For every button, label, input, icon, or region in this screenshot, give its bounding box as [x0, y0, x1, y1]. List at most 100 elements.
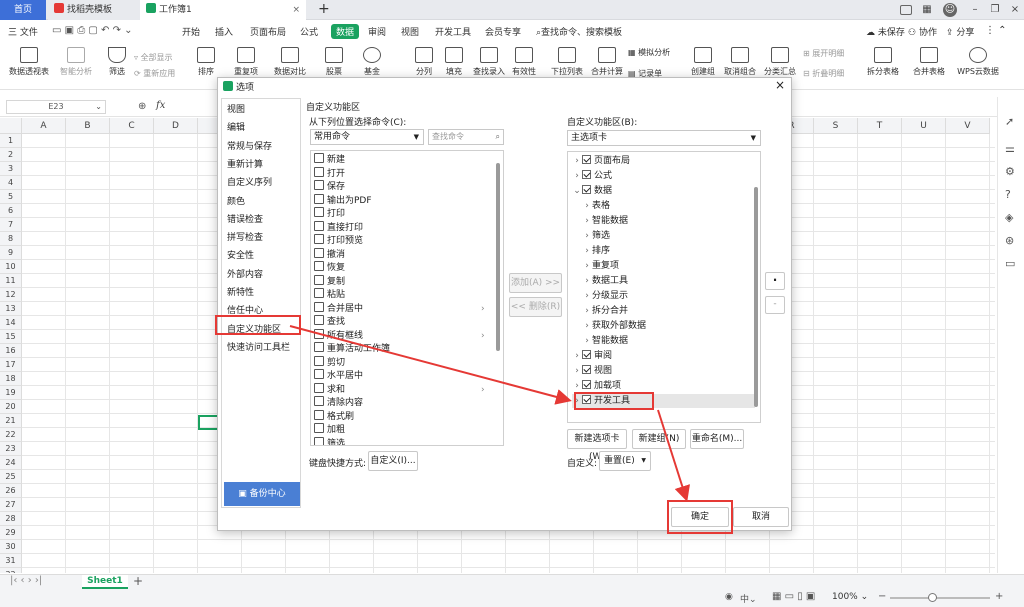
command-item[interactable]: 筛选 [311, 436, 491, 445]
collab-button[interactable]: ⚇ 协作 [908, 25, 937, 38]
expand-icon[interactable]: › [572, 154, 582, 168]
checkbox-checked[interactable] [582, 170, 591, 179]
select-all-corner[interactable] [0, 118, 22, 134]
grid-icon[interactable]: ▦ [920, 3, 934, 17]
row-header[interactable]: 6 [0, 204, 22, 218]
row-header[interactable]: 2 [0, 148, 22, 162]
smart-analysis-button[interactable]: 智能分析 [56, 44, 96, 90]
command-search-input[interactable]: 查找命令 ⌕ [428, 129, 504, 145]
tab-template[interactable]: 找稻壳模板 [48, 0, 140, 20]
expand-icon[interactable]: › [582, 304, 592, 318]
expand-icon[interactable]: › [582, 274, 592, 288]
row-header[interactable]: 28 [0, 512, 22, 526]
cursor-icon[interactable]: ➚ [1005, 115, 1014, 128]
zoom-level[interactable]: 100% ⌄ [832, 592, 868, 602]
minimize-icon[interactable]: – [968, 3, 982, 17]
row-header[interactable]: 4 [0, 176, 22, 190]
row-header[interactable]: 32 [0, 568, 22, 573]
options-nav-item[interactable]: 快速访问工具栏 [227, 341, 290, 355]
column-header[interactable]: V [946, 118, 990, 134]
command-item[interactable]: 剪切 [311, 355, 491, 370]
close-window-icon[interactable]: × [1008, 3, 1022, 17]
add-button[interactable]: 添加(A) >> [509, 273, 562, 293]
row-header[interactable]: 21 [0, 414, 22, 428]
zoom-slider-handle[interactable] [928, 593, 937, 602]
command-item[interactable]: 直接打印 [311, 220, 491, 235]
add-sheet-button[interactable]: + [133, 574, 143, 588]
more-icon[interactable]: ⋮ ⌃ [985, 25, 1007, 36]
row-header[interactable]: 12 [0, 288, 22, 302]
row-header[interactable]: 10 [0, 260, 22, 274]
options-nav-item[interactable]: 重新计算 [227, 158, 263, 172]
menu-member[interactable]: 会员专享 [485, 25, 521, 38]
pivot-table-button[interactable]: 数据透视表 [6, 44, 52, 90]
menu-view[interactable]: 视图 [401, 25, 419, 38]
command-item[interactable]: 格式刷 [311, 409, 491, 424]
move-down-button[interactable]: - [765, 296, 785, 314]
new-tab-button[interactable]: + [312, 0, 330, 20]
row-header[interactable]: 30 [0, 540, 22, 554]
new-group-button[interactable]: 新建组(N) [632, 429, 686, 449]
expand-icon[interactable]: › [582, 319, 592, 333]
restore-icon[interactable]: ❐ [988, 3, 1002, 17]
row-header[interactable]: 29 [0, 526, 22, 540]
close-tab-icon[interactable]: × [292, 0, 300, 20]
ribbon-tree-item[interactable]: › 数据工具 [582, 274, 760, 288]
new-tab-dialog-button[interactable]: 新建选项卡(W) [567, 429, 627, 462]
ribbon-tree-item[interactable]: › 分级显示 [582, 289, 760, 303]
reapply-button[interactable]: ⟳ 重新应用 [134, 68, 186, 88]
ribbon-tree-item[interactable]: › 页面布局 [572, 154, 755, 168]
options-nav-item[interactable]: 外部内容 [227, 268, 263, 282]
command-item[interactable]: 水平居中 [311, 369, 491, 383]
row-header[interactable]: 22 [0, 428, 22, 442]
row-header[interactable]: 15 [0, 330, 22, 344]
ribbon-tree-item[interactable]: › 审阅 [572, 349, 755, 363]
column-header[interactable]: S [814, 118, 858, 134]
ribbon-tree-item[interactable]: › 重复项 [582, 259, 760, 273]
options-nav-item[interactable]: 编辑 [227, 121, 245, 135]
command-item[interactable]: 打印 [311, 207, 491, 221]
options-nav-item[interactable]: 颜色 [227, 195, 245, 209]
command-item[interactable]: 保存 [311, 180, 491, 194]
tab-scope-select[interactable]: 主选项卡 ▼ [567, 130, 761, 146]
dialog-titlebar[interactable]: 选项 × [218, 78, 791, 94]
ribbon-tree-item[interactable]: › 筛选 [582, 229, 760, 243]
sheet-nav-icons[interactable]: |‹ ‹ › ›| [10, 575, 42, 586]
column-header[interactable]: T [858, 118, 902, 134]
expand-icon[interactable]: › [572, 169, 582, 183]
reset-dropdown[interactable]: 重置(E) ▼ [599, 451, 651, 471]
command-item[interactable]: 加粗 [311, 423, 491, 437]
ribbon-tree-item[interactable]: › 获取外部数据 [582, 319, 760, 333]
ribbon-tree-item[interactable]: › 公式 [572, 169, 755, 183]
sort-button[interactable]: 排序 [192, 44, 220, 90]
row-header[interactable]: 1 [0, 134, 22, 148]
row-header[interactable]: 9 [0, 246, 22, 260]
function-icon[interactable]: fx [156, 100, 165, 111]
command-item[interactable]: 撤消 [311, 247, 491, 262]
what-if-button[interactable]: ▦ 模拟分析 [628, 47, 676, 65]
command-item[interactable]: 查找 [311, 315, 491, 329]
options-nav-item[interactable]: 安全性 [227, 249, 254, 263]
command-search[interactable]: ⌕查找命令、搜索模板 [536, 25, 622, 38]
ribbon-tree-item[interactable]: › 智能数据 [582, 334, 760, 348]
command-item[interactable]: 复制 [311, 274, 491, 289]
row-header[interactable]: 7 [0, 218, 22, 232]
dialog-close-icon[interactable]: × [775, 78, 785, 92]
compass-icon[interactable]: ⊛ [1005, 234, 1014, 247]
row-header[interactable]: 26 [0, 484, 22, 498]
collapse-detail-button[interactable]: ⊟ 折叠明细 [803, 68, 853, 86]
ribbon-tree-item[interactable]: › 智能数据 [582, 214, 760, 228]
options-nav-item[interactable]: 拼写检查 [227, 231, 263, 245]
expand-icon[interactable]: › [582, 229, 592, 243]
menu-review[interactable]: 审阅 [368, 25, 386, 38]
command-item[interactable]: 粘贴 [311, 288, 491, 302]
checkbox-checked[interactable] [582, 380, 591, 389]
expand-icon[interactable]: › [572, 349, 582, 363]
view-mode-icons[interactable]: ▦ ▭ ▯ ▣ [772, 591, 815, 602]
filter-button[interactable]: 筛选 [103, 44, 131, 90]
command-item[interactable]: 求和 › [311, 382, 491, 397]
options-nav-item[interactable]: 错误检查 [227, 213, 263, 227]
column-header[interactable]: U [902, 118, 946, 134]
column-header[interactable]: D [154, 118, 198, 134]
menu-developer[interactable]: 开发工具 [435, 25, 471, 38]
